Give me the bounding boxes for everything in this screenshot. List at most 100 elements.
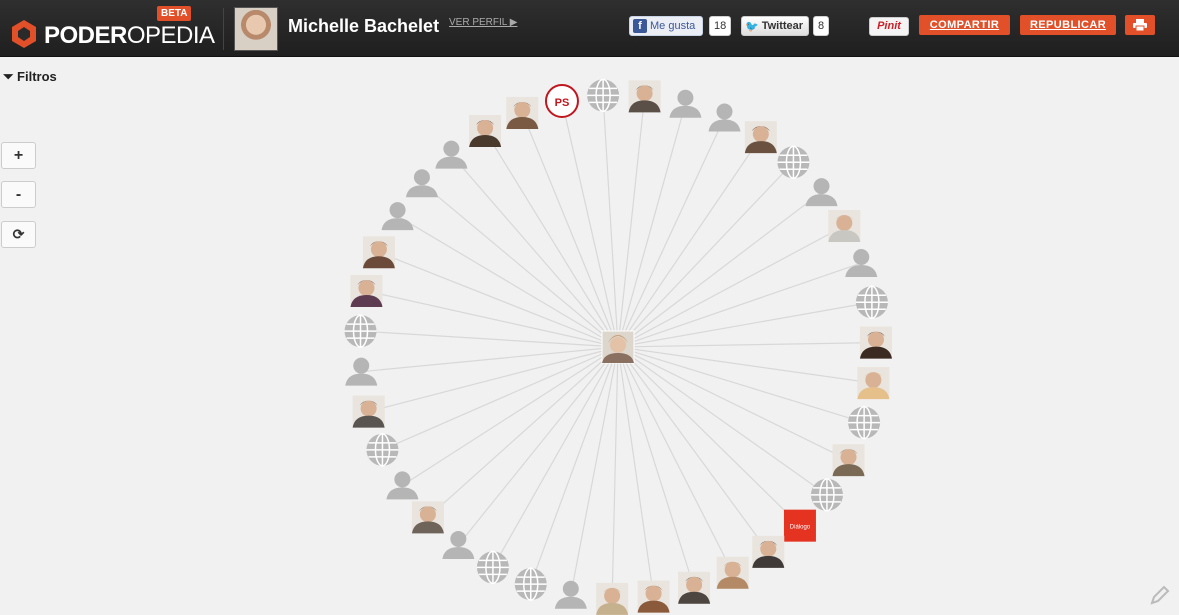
graph-node-photo[interactable] — [859, 326, 892, 359]
graph-node-globe[interactable] — [514, 567, 547, 601]
person-icon — [813, 178, 830, 195]
graph-node-photo[interactable] — [350, 274, 383, 307]
graph-edge — [617, 341, 876, 348]
facebook-like-label: Me gusta — [650, 20, 696, 32]
center-node-bachelet[interactable] — [601, 330, 635, 364]
graph-node-person[interactable] — [435, 140, 468, 169]
facebook-icon: f — [633, 19, 647, 33]
graph-node-photo[interactable] — [678, 571, 711, 604]
graph-node-person[interactable] — [345, 357, 378, 386]
person-icon — [443, 140, 460, 157]
graph-edge — [617, 161, 794, 348]
graph-node-photo[interactable] — [628, 80, 661, 113]
person-icon — [716, 103, 733, 120]
graph-node-photo[interactable] — [828, 210, 861, 243]
graph-edge — [617, 346, 828, 496]
graph-edge — [421, 182, 619, 348]
graph-node-photo[interactable] — [744, 121, 777, 154]
graph-node-photo[interactable] — [752, 535, 785, 568]
graph-edge — [617, 301, 872, 348]
svg-text:Diálogo: Diálogo — [790, 525, 811, 531]
person-icon — [394, 471, 411, 488]
logo-text: PODEROPEDIA — [44, 22, 215, 50]
republicar-button[interactable]: REPUBLICAR — [1020, 15, 1116, 35]
graph-node-person[interactable] — [554, 580, 587, 609]
graph-edge — [617, 346, 849, 461]
header-divider — [223, 8, 224, 50]
graph-node-globe[interactable] — [476, 550, 509, 585]
embed-pencil-icon[interactable] — [1146, 583, 1172, 609]
graph-node-person[interactable] — [669, 89, 702, 118]
graph-node-photo[interactable] — [637, 580, 670, 613]
graph-node-photo[interactable] — [857, 367, 890, 400]
graph-node-logo[interactable]: PS — [544, 84, 579, 119]
graph-edge — [521, 112, 619, 348]
graph-node-globe[interactable] — [777, 145, 810, 179]
graph-node-photo[interactable] — [832, 444, 865, 477]
graph-edge — [561, 100, 619, 348]
graph-edge — [617, 346, 655, 597]
person-icon — [413, 169, 430, 186]
graph-node-photo[interactable] — [411, 501, 444, 534]
ver-perfil-link[interactable]: VER PERFIL ▶ — [449, 17, 517, 28]
graph-node-person[interactable] — [708, 103, 741, 132]
graph-node-globe[interactable] — [855, 285, 888, 319]
graph-node-globe[interactable] — [810, 478, 843, 512]
graph-node-person[interactable] — [442, 530, 475, 559]
graph-edge — [484, 130, 619, 348]
graph-edge — [617, 346, 769, 553]
graph-node-globe[interactable] — [366, 433, 399, 467]
logo-bold: PODER — [44, 22, 127, 49]
facebook-like-count: 18 — [709, 16, 732, 36]
graph-edge — [361, 346, 619, 373]
graph-node-photo[interactable] — [352, 395, 385, 428]
graph-node-photo[interactable] — [506, 96, 539, 129]
svg-text:PS: PS — [555, 97, 570, 109]
graph-node-person[interactable] — [405, 169, 438, 198]
graph-edge — [530, 346, 619, 585]
graph-edge — [602, 95, 619, 348]
person-icon — [450, 530, 467, 547]
logo-hexagon-icon — [12, 20, 36, 48]
graph-node-photo[interactable] — [362, 236, 395, 269]
beta-badge: BETA — [157, 6, 192, 21]
graph-edge — [492, 346, 619, 568]
graph-node-globe[interactable] — [587, 78, 620, 113]
graph-edge — [617, 346, 874, 384]
graph-edge — [617, 346, 865, 424]
graph-edge — [427, 346, 619, 518]
logo-light: OPEDIA — [126, 22, 215, 49]
graph-node-logo[interactable]: Diálogo — [783, 509, 816, 542]
graph-node-photo[interactable] — [596, 582, 629, 615]
graph-edge — [617, 346, 734, 574]
person-icon — [389, 202, 406, 219]
graph-edge — [611, 346, 619, 599]
graph-node-person[interactable] — [845, 249, 878, 278]
facebook-like-button[interactable]: f Me gusta — [629, 16, 703, 36]
pinterest-button[interactable]: Pinit — [869, 17, 909, 36]
network-graph[interactable]: PS Diálogo — [0, 57, 1179, 615]
graph-edge — [617, 225, 845, 348]
graph-edge — [617, 346, 801, 527]
graph-edge — [617, 96, 646, 348]
twitter-tweet-button[interactable]: 🐦 Twittear — [741, 16, 809, 36]
graph-node-photo[interactable] — [716, 556, 749, 589]
graph-edge — [450, 154, 619, 348]
profile-avatar[interactable] — [234, 7, 278, 51]
graph-edge — [617, 191, 822, 348]
graph-node-globe[interactable] — [848, 405, 881, 440]
graph-edge — [570, 346, 619, 595]
person-icon — [677, 89, 694, 106]
graph-node-person[interactable] — [381, 202, 414, 231]
graph-node-globe[interactable] — [344, 314, 377, 348]
graph-node-person[interactable] — [805, 178, 838, 207]
compartir-button[interactable]: COMPARTIR — [919, 15, 1010, 35]
print-button[interactable] — [1125, 15, 1155, 35]
graph-node-person[interactable] — [386, 471, 419, 500]
graph-edge — [617, 262, 862, 348]
poderopedia-logo[interactable]: PODEROPEDIA BETA — [10, 6, 215, 49]
person-icon — [853, 249, 870, 266]
graph-edge — [397, 215, 619, 348]
graph-node-photo[interactable] — [469, 115, 502, 148]
person-icon — [353, 357, 370, 374]
